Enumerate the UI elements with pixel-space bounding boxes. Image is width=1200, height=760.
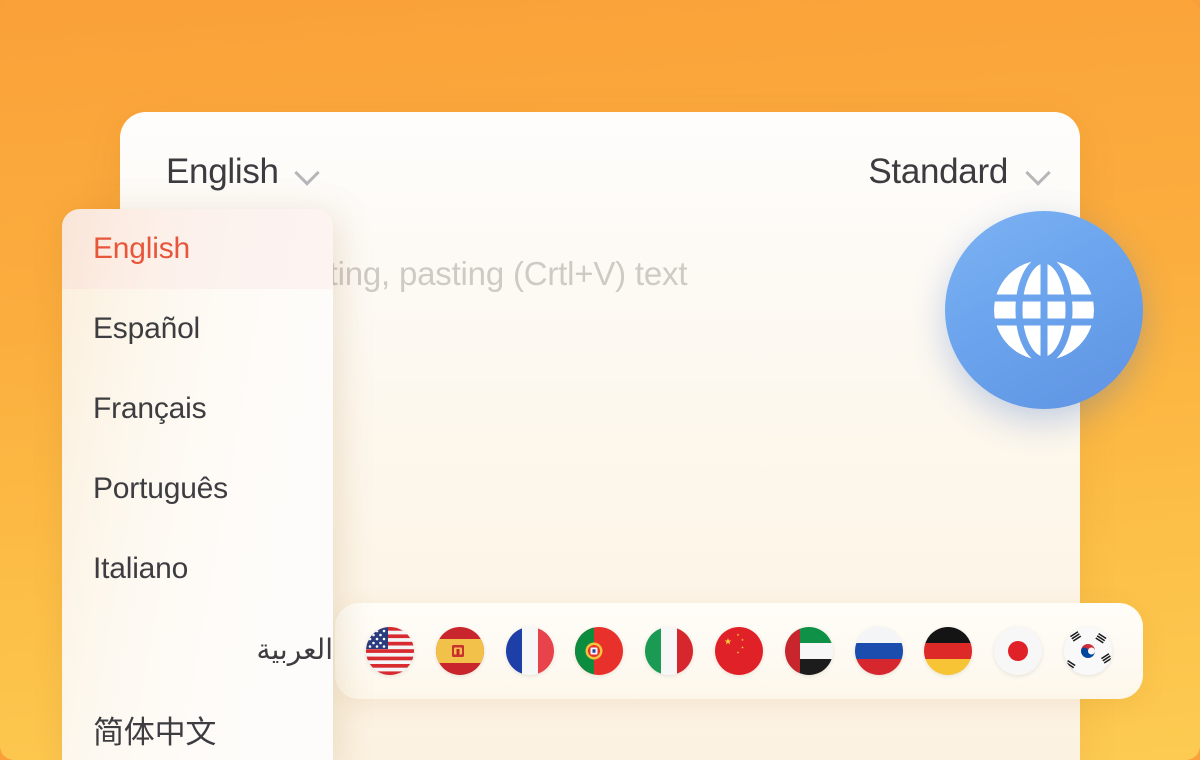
flag-china[interactable] — [704, 627, 774, 675]
flag-china-icon — [714, 627, 763, 675]
quick-language-flag-bar — [335, 603, 1143, 699]
globe-icon — [994, 260, 1094, 360]
flag-france-icon — [505, 627, 554, 675]
flag-portugal[interactable] — [564, 627, 634, 675]
language-option-label: 简体中文 — [93, 714, 217, 750]
flag-france[interactable] — [495, 627, 565, 675]
language-option-simplified-chinese[interactable]: 简体中文 — [62, 689, 333, 760]
flag-united-arab-emirates-icon — [784, 627, 833, 675]
flag-germany[interactable] — [914, 627, 984, 675]
app-background: English Standard Start by writing, pasti… — [0, 0, 1200, 760]
flag-south-korea[interactable] — [1053, 627, 1123, 675]
flag-germany-icon — [924, 627, 973, 675]
language-option-espanol[interactable]: Español — [62, 289, 333, 369]
flag-south-korea-icon — [1064, 627, 1113, 675]
language-option-label: Français — [93, 392, 207, 425]
language-option-italiano[interactable]: Italiano — [62, 529, 333, 609]
source-language-dropdown-trigger[interactable]: English — [166, 152, 321, 192]
language-option-portugues[interactable]: Português — [62, 449, 333, 529]
translate-globe-button[interactable] — [945, 211, 1143, 409]
flag-italy-icon — [645, 627, 694, 675]
flag-italy[interactable] — [634, 627, 704, 675]
chevron-down-icon — [295, 164, 321, 180]
language-option-francais[interactable]: Français — [62, 369, 333, 449]
flag-russia-icon — [854, 627, 903, 675]
source-language-value: English — [166, 152, 279, 191]
language-option-label: العربية — [256, 633, 333, 665]
flag-united-states[interactable] — [355, 627, 425, 675]
language-option-label: Português — [93, 472, 228, 505]
language-dropdown-panel: English Español Français Português Itali… — [62, 209, 333, 760]
chevron-down-icon — [1026, 164, 1052, 180]
flag-united-states-icon — [365, 627, 414, 675]
language-option-label: English — [93, 232, 190, 265]
language-option-label: Español — [93, 312, 201, 345]
flag-portugal-icon — [575, 627, 624, 675]
flag-japan[interactable] — [983, 627, 1053, 675]
translation-mode-value: Standard — [868, 152, 1008, 191]
flag-russia[interactable] — [844, 627, 914, 675]
flag-spain[interactable] — [425, 627, 495, 675]
flag-japan-icon — [994, 627, 1043, 675]
flag-united-arab-emirates[interactable] — [774, 627, 844, 675]
translation-mode-dropdown-trigger[interactable]: Standard — [868, 152, 1052, 192]
language-option-arabic[interactable]: العربية — [62, 609, 333, 689]
flag-spain-icon — [435, 627, 484, 675]
language-option-label: Italiano — [93, 552, 189, 585]
language-option-english[interactable]: English — [62, 209, 333, 289]
